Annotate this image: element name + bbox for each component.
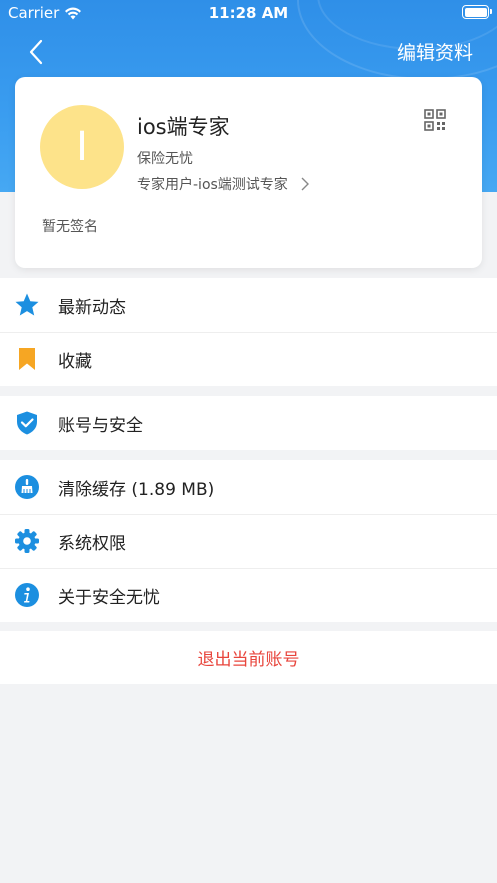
chevron-left-icon	[29, 39, 43, 65]
profile-name: ios端专家	[137, 115, 230, 139]
bookmark-icon	[19, 348, 35, 370]
menu-item-system-permissions[interactable]: 系统权限	[0, 514, 497, 568]
menu-item-clear-cache[interactable]: 清除缓存 (1.89 MB)	[0, 460, 497, 514]
qr-code-icon[interactable]	[424, 109, 446, 131]
profile-role-link[interactable]: 专家用户-ios端测试专家	[137, 174, 310, 194]
profile-signature: 暂无签名	[42, 219, 98, 235]
menu-group-3: 清除缓存 (1.89 MB) 系统权限 关于安全无忧	[0, 460, 497, 622]
menu-item-about[interactable]: 关于安全无忧	[0, 568, 497, 622]
profile-screen: Carrier 11:28 AM 编辑资料 I ios端专家 保险无忧 专家用户…	[0, 0, 497, 883]
info-icon	[15, 583, 39, 607]
menu-item-account-security[interactable]: 账号与安全	[0, 396, 497, 450]
chevron-right-icon	[301, 177, 309, 191]
logout-button[interactable]: 退出当前账号	[0, 631, 497, 684]
menu-item-label: 关于安全无忧	[58, 588, 160, 608]
edit-profile-button[interactable]: 编辑资料	[397, 38, 473, 65]
menu-item-label: 收藏	[58, 352, 92, 372]
menu-item-label: 系统权限	[58, 534, 126, 554]
menu-item-label: 账号与安全	[58, 416, 143, 436]
profile-role: 专家用户-ios端测试专家	[137, 177, 288, 193]
profile-card: I ios端专家 保险无忧 专家用户-ios端测试专家 暂无签名	[15, 77, 482, 268]
status-time: 11:28 AM	[208, 4, 289, 22]
profile-subtitle: 保险无忧	[137, 151, 193, 167]
menu-item-latest-news[interactable]: 最新动态	[0, 278, 497, 332]
menu-item-label: 清除缓存 (1.89 MB)	[58, 480, 215, 500]
menu-group-1: 最新动态 收藏	[0, 278, 497, 386]
gear-icon	[15, 529, 39, 553]
battery-icon	[462, 5, 492, 19]
status-bar: Carrier 11:28 AM	[0, 0, 497, 26]
broom-icon	[15, 475, 39, 499]
avatar[interactable]: I	[40, 105, 124, 189]
menu-item-favorites[interactable]: 收藏	[0, 332, 497, 386]
menu-group-2: 账号与安全	[0, 396, 497, 450]
back-button[interactable]	[24, 36, 52, 68]
logout-label: 退出当前账号	[197, 650, 300, 670]
menu-item-label: 最新动态	[58, 298, 126, 318]
star-icon	[15, 293, 39, 316]
shield-check-icon	[17, 411, 37, 435]
